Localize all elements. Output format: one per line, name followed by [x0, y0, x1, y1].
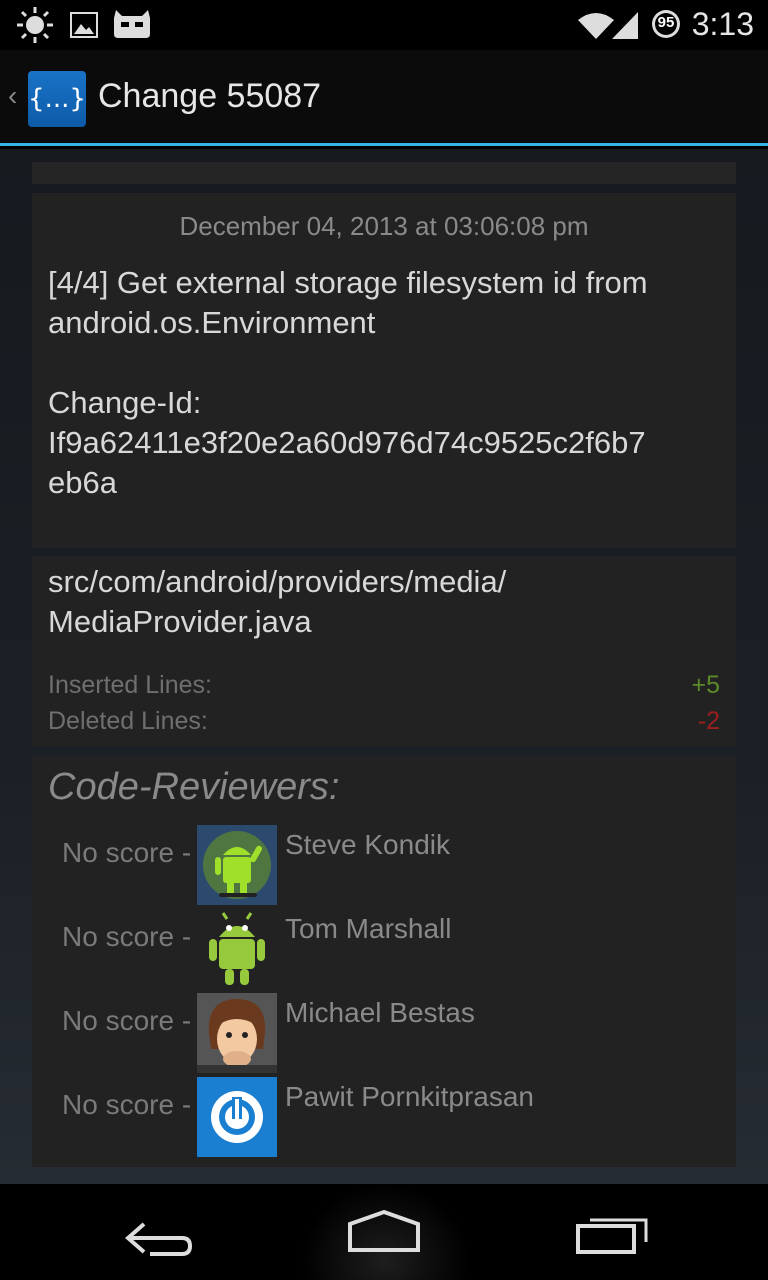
reviewer-name: Tom Marshall	[285, 913, 452, 944]
cyanogenmod-icon	[114, 10, 150, 38]
reviewer-score: No score -	[62, 837, 192, 868]
reviewer-score: No score -	[62, 1005, 192, 1036]
reviewer-row[interactable]: No score - Michael Bestas	[32, 993, 736, 1073]
action-bar: ‹ {...} Change 55087	[0, 50, 768, 146]
change-id-line2: eb6a	[48, 465, 117, 500]
commit-subject-line1: [4/4] Get external storage filesystem id…	[48, 265, 648, 300]
code-reviewers-card: Code-Reviewers: No score - Steve Kondik …	[32, 756, 736, 1167]
clock: 3:13	[691, 6, 754, 42]
avatar	[197, 909, 277, 989]
page-title: Change 55087	[98, 77, 322, 115]
commit-date: December 04, 2013 at 03:06:08 pm	[179, 211, 589, 241]
avatar	[197, 825, 277, 905]
header-strip	[32, 162, 736, 184]
avatar	[197, 993, 277, 1073]
reviewers-header: Code-Reviewers:	[48, 766, 340, 808]
inserted-lines-label: Inserted Lines:	[48, 671, 212, 699]
avatar	[197, 1077, 277, 1157]
recents-icon[interactable]	[562, 1204, 662, 1264]
home-icon[interactable]	[334, 1204, 434, 1264]
reviewer-name: Pawit Pornkitprasan	[285, 1081, 535, 1112]
deleted-lines-row: Deleted Lines: -2	[48, 707, 720, 736]
reviewer-row[interactable]: No score - Steve Kondik	[32, 825, 736, 905]
change-id-label: Change-Id:	[48, 385, 202, 420]
status-bar: 95 3:13	[0, 0, 768, 50]
reviewer-name: Steve Kondik	[285, 829, 450, 860]
brightness-icon	[17, 7, 53, 43]
inserted-lines-value: +5	[691, 671, 720, 699]
file-path-line1: src/com/android/providers/media/	[48, 564, 507, 599]
file-path-line2: MediaProvider.java	[48, 604, 312, 639]
badge-count: 95	[657, 14, 675, 31]
reviewer-score: No score -	[62, 1089, 192, 1120]
up-caret-icon[interactable]: ‹	[8, 80, 17, 112]
commit-message: [4/4] Get external storage filesystem id…	[48, 263, 728, 503]
signal-icon	[612, 12, 638, 39]
deleted-lines-value: -2	[697, 707, 720, 735]
reviewer-name: Michael Bestas	[285, 997, 475, 1028]
changed-file-card[interactable]: src/com/android/providers/media/ MediaPr…	[32, 556, 736, 746]
file-path: src/com/android/providers/media/ MediaPr…	[48, 562, 728, 642]
deleted-lines-label: Deleted Lines:	[48, 707, 208, 735]
commit-subject-line2: android.os.Environment	[48, 305, 376, 340]
content-area[interactable]: December 04, 2013 at 03:06:08 pm [4/4] G…	[0, 149, 768, 1184]
commit-message-card[interactable]: December 04, 2013 at 03:06:08 pm [4/4] G…	[32, 193, 736, 548]
navigation-bar	[0, 1184, 768, 1280]
app-logo[interactable]: {...}	[28, 71, 86, 127]
change-id-line1: If9a62411e3f20e2a60d976d74c9525c2f6b7	[48, 425, 646, 460]
reviewer-row[interactable]: No score - Tom Marshall	[32, 909, 736, 989]
back-icon[interactable]	[110, 1204, 210, 1264]
picture-icon	[70, 12, 98, 38]
reviewer-row[interactable]: No score - Pawit Pornkitprasan	[32, 1077, 736, 1157]
inserted-lines-row: Inserted Lines: +5	[48, 671, 720, 700]
reviewer-score: No score -	[62, 921, 192, 952]
